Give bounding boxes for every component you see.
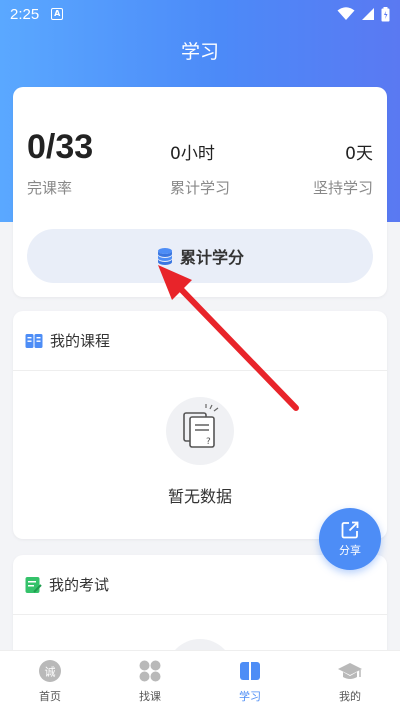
my-courses-card: 我的课程 ? 暂无数据 xyxy=(13,311,387,539)
completion-label: 完课率 xyxy=(27,179,73,197)
completion-value: 0/33 xyxy=(27,128,94,166)
empty-data-icon: ? xyxy=(166,397,234,465)
completion-stat: 0/33 完课率 xyxy=(27,127,93,198)
svg-text:诚: 诚 xyxy=(45,666,56,679)
days-value: 0天 xyxy=(345,144,373,164)
cumulative-credits-button[interactable]: 累计学分 xyxy=(27,229,373,283)
wifi-icon xyxy=(337,7,355,20)
tab-study-label: 学习 xyxy=(239,690,261,703)
page-title: 学习 xyxy=(180,41,219,63)
status-bar: 2:25 A xyxy=(0,0,400,28)
courses-empty-state: ? 暂无数据 xyxy=(13,397,387,507)
study-icon xyxy=(240,662,260,680)
notification-icon: A xyxy=(51,8,64,20)
status-time: 2:25 xyxy=(10,5,40,23)
svg-text:?: ? xyxy=(206,437,211,447)
hours-value: 0小时 xyxy=(170,144,215,164)
tab-find-course[interactable]: 找课 xyxy=(100,651,200,711)
tab-study[interactable]: 学习 xyxy=(200,651,300,711)
share-icon xyxy=(341,521,359,538)
my-exams-title: 我的考试 xyxy=(49,576,110,594)
stats-card: 0/33 完课率 0小时 累计学习 0天 坚持学习 累计学分 xyxy=(13,87,387,297)
share-button[interactable]: 分享 xyxy=(319,508,381,570)
days-stat: 0天 坚持学习 xyxy=(313,143,373,198)
hours-stat: 0小时 累计学习 xyxy=(170,143,230,198)
tab-home[interactable]: 诚 首页 xyxy=(0,651,100,711)
my-courses-title: 我的课程 xyxy=(50,332,111,350)
cumulative-credits-label: 累计学分 xyxy=(179,248,244,267)
tab-find-course-label: 找课 xyxy=(139,690,161,703)
my-courses-header[interactable]: 我的课程 xyxy=(13,311,387,371)
tab-mine[interactable]: 我的 xyxy=(300,651,400,711)
book-icon xyxy=(25,333,43,348)
home-icon: 诚 xyxy=(39,660,61,682)
share-label: 分享 xyxy=(339,543,361,557)
signal-icon xyxy=(362,8,374,20)
courses-empty-text: 暂无数据 xyxy=(167,487,232,506)
bottom-tab-bar: 诚 首页 找课 学习 我的 xyxy=(0,650,400,711)
graduation-cap-icon xyxy=(338,663,362,679)
battery-icon xyxy=(381,6,390,21)
hours-label: 累计学习 xyxy=(170,179,231,197)
days-label: 坚持学习 xyxy=(312,179,373,197)
status-icons xyxy=(337,6,390,22)
tab-home-label: 首页 xyxy=(39,690,61,703)
find-course-icon xyxy=(139,660,161,682)
tab-mine-label: 我的 xyxy=(339,690,361,703)
coins-stack-icon xyxy=(157,248,172,265)
exam-icon xyxy=(25,576,42,593)
